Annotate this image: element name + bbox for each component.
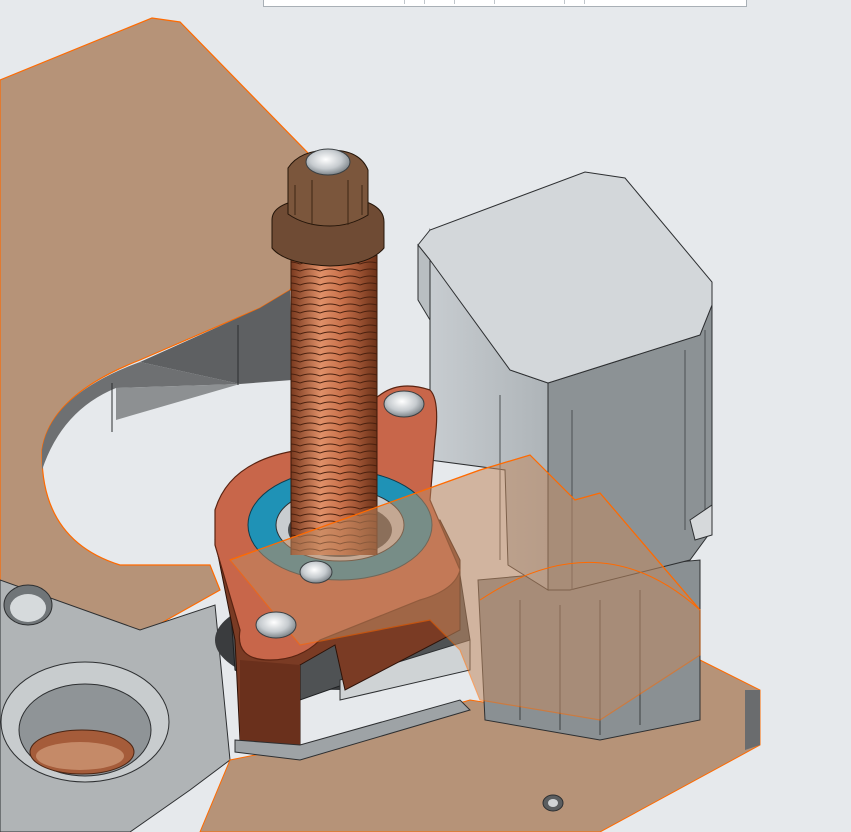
lead-screw[interactable] [290, 255, 378, 555]
flange-side-dark [240, 660, 300, 745]
screw-cap[interactable] [271, 148, 385, 267]
screw-threads [291, 255, 377, 555]
bolt-head [383, 390, 425, 418]
lower-plate-edge [745, 690, 760, 750]
bolt-head [255, 611, 297, 639]
bolt-head [299, 560, 333, 584]
cap-bolt-head [305, 148, 351, 176]
copper-disc-highlight [36, 742, 124, 770]
small-hole-inner [548, 799, 558, 807]
slot-wall-light [116, 384, 240, 420]
cad-3d-viewport[interactable] [0, 0, 851, 832]
hole-inner [10, 594, 46, 622]
